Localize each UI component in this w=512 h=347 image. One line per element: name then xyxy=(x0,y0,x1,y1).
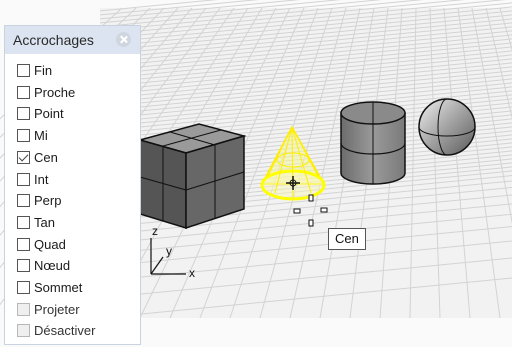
cylinder-object xyxy=(340,101,406,185)
checkbox[interactable] xyxy=(17,259,30,273)
checkbox[interactable] xyxy=(17,237,30,251)
x-axis-label: x xyxy=(189,266,195,280)
checkbox[interactable] xyxy=(17,194,30,208)
box-object xyxy=(137,123,247,230)
checkbox[interactable] xyxy=(17,85,30,99)
osnap-item-label: Quad xyxy=(34,236,66,252)
checkbox[interactable] xyxy=(17,324,30,338)
osnap-item-label: Désactiver xyxy=(34,323,96,339)
z-axis-label: z xyxy=(152,224,158,238)
checkbox[interactable] xyxy=(17,129,30,143)
checkbox[interactable] xyxy=(17,215,30,229)
osnap-item-label: Int xyxy=(34,171,49,187)
osnap-item-label: Proche xyxy=(34,84,76,100)
osnap-item-label: Sommet xyxy=(34,280,83,295)
osnap-item-label: Tan xyxy=(34,214,55,230)
osnap-item-label: Fin xyxy=(34,63,53,78)
y-axis-label: y xyxy=(166,244,172,258)
sphere-object xyxy=(418,98,476,156)
checkbox[interactable] xyxy=(17,281,30,294)
checkbox[interactable] xyxy=(17,150,30,164)
panel-title: Accrochages xyxy=(13,32,94,48)
close-icon[interactable] xyxy=(116,32,131,47)
checkbox[interactable] xyxy=(17,302,30,316)
osnap-panel: Accrochages Fin Proche Point Mi Cen Int Perp Ta… xyxy=(4,25,141,345)
panel-header: Accrochages xyxy=(5,26,140,54)
checkbox[interactable] xyxy=(17,64,30,77)
osnap-item-label: Perp xyxy=(34,193,62,209)
osnap-item-label: Cen xyxy=(34,149,58,165)
checkbox[interactable] xyxy=(17,107,30,121)
snap-tooltip: Cen xyxy=(328,228,366,250)
osnap-item-label: Projeter xyxy=(34,301,80,317)
osnap-item-label: Point xyxy=(34,106,64,122)
osnap-item-label: Nœud xyxy=(34,258,71,274)
checkbox[interactable] xyxy=(17,172,30,186)
osnap-item-label: Mi xyxy=(34,128,48,144)
